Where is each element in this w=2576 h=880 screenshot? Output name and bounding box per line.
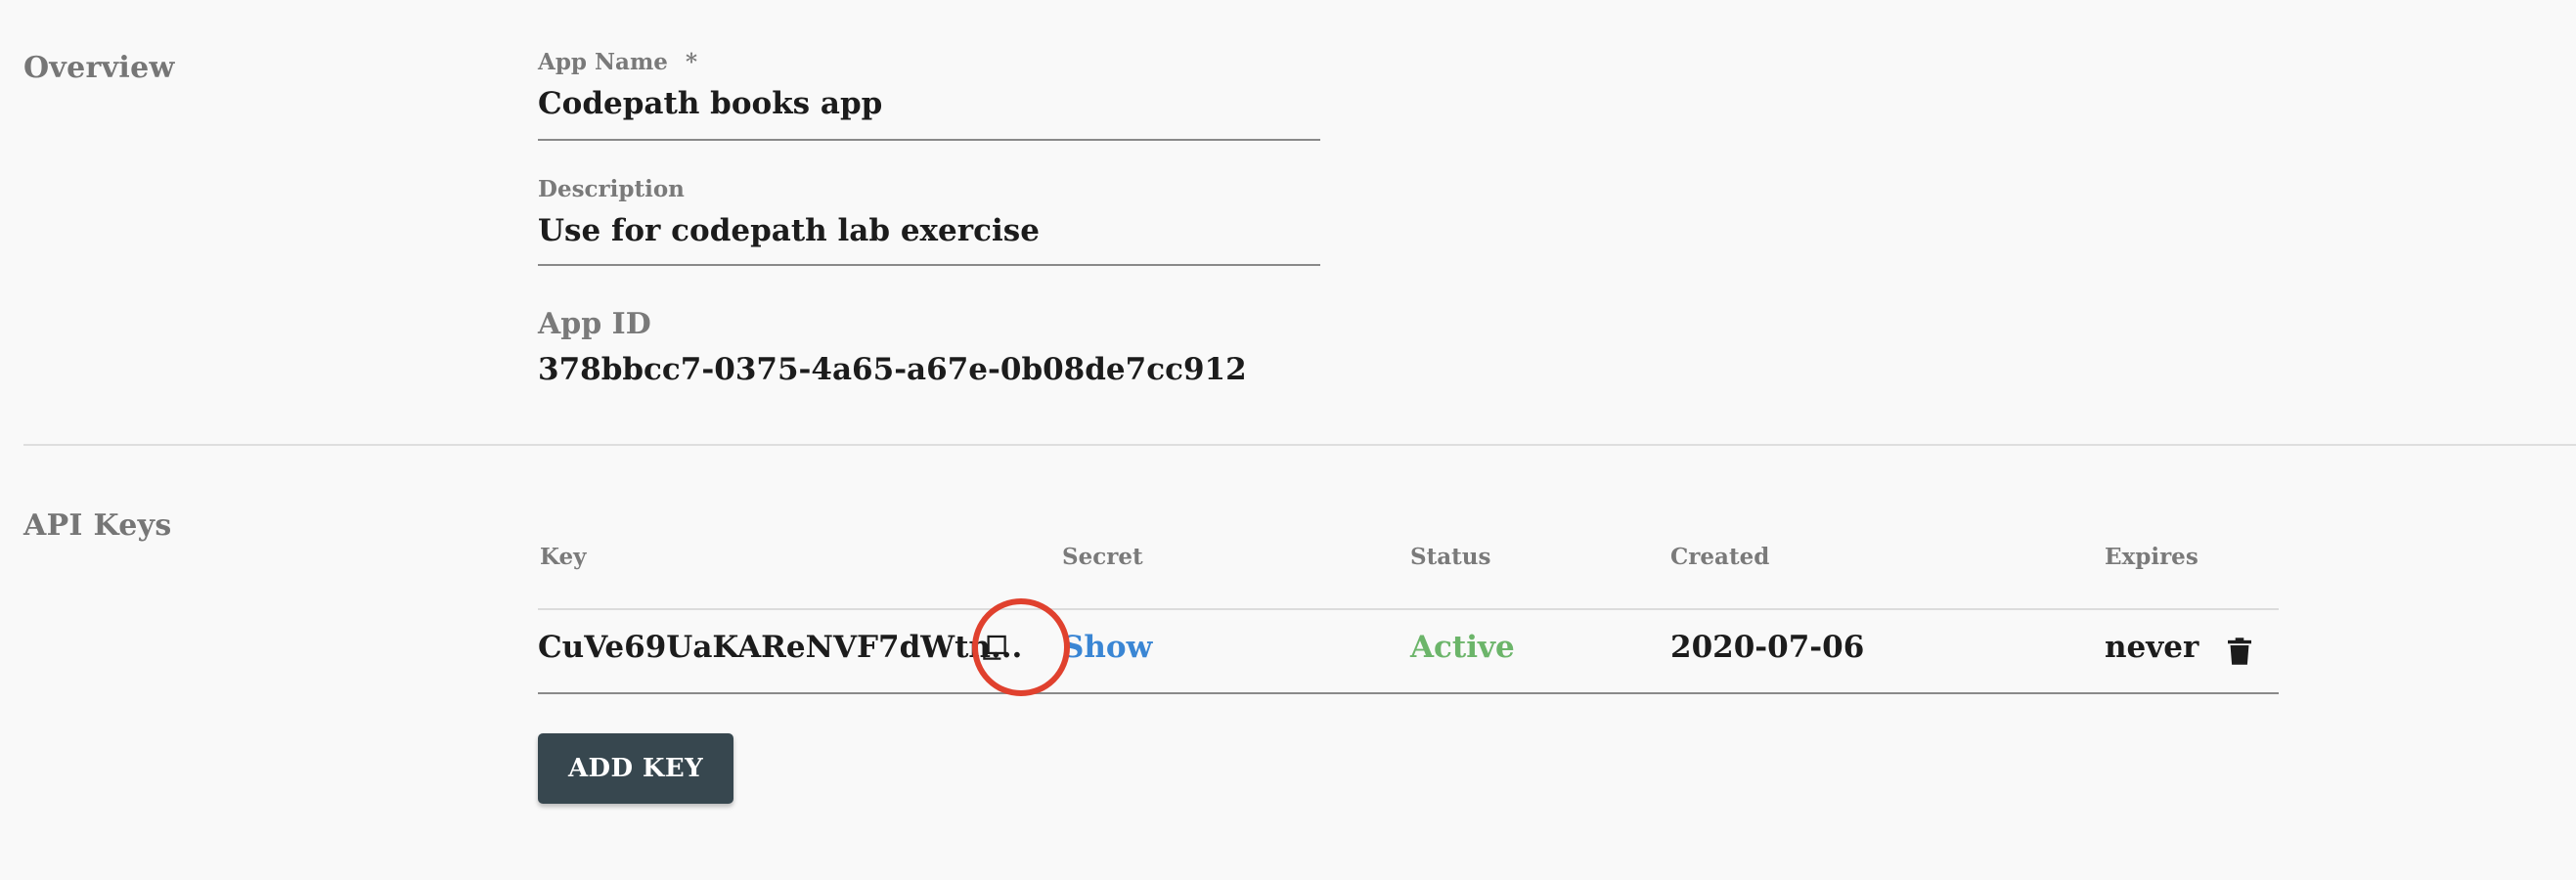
show-secret-link[interactable]: Show [1062,630,1152,665]
overview-section-title: Overview [23,51,175,85]
column-header-status: Status [1410,544,1491,570]
trash-icon [2228,638,2251,665]
expires-value: never [2105,630,2199,665]
app-name-field[interactable]: Codepath books app [538,86,882,121]
add-key-button[interactable]: ADD KEY [538,733,733,804]
app-id-value: 378bbcc7-0375-4a65-a67e-0b08de7cc912 [538,352,1247,387]
app-name-label: App Name * [538,49,697,75]
table-row: CuVe69UaKAReNVF7dWtn... Show Active 2020… [538,610,2279,692]
delete-key-button[interactable] [2222,634,2257,669]
description-field[interactable]: Use for codepath lab exercise [538,213,1040,248]
highlight-ring [972,598,1070,696]
status-badge: Active [1410,630,1515,665]
app-name-label-text: App Name [538,49,668,75]
app-name-underline [538,139,1320,141]
api-keys-section-title: API Keys [23,508,172,543]
table-row-divider [538,692,2279,694]
column-header-key: Key [540,544,587,570]
created-date: 2020-07-06 [1670,630,1865,665]
app-id-label: App ID [538,307,651,341]
api-key-value: CuVe69UaKAReNVF7dWtn... [538,630,1023,665]
description-underline [538,264,1320,266]
column-header-created: Created [1670,544,1770,570]
section-divider [23,444,2576,446]
description-label: Description [538,176,685,202]
required-mark: * [685,49,697,75]
column-header-expires: Expires [2105,544,2198,570]
column-header-secret: Secret [1062,544,1143,570]
